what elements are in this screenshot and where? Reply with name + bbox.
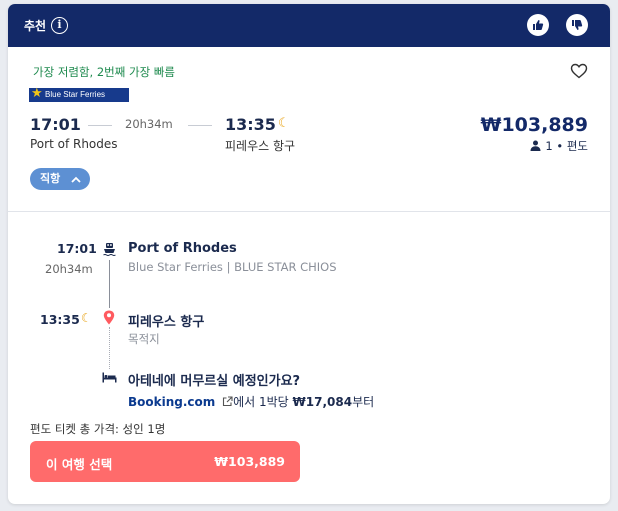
stay-question: 아테네에 머무르실 예정인가요? — [128, 374, 301, 389]
ferry-icon — [103, 243, 116, 256]
result-card: 추천 i 가장 저렴함, 2번째 가장 빠름 ★ Blue Star Ferri… — [8, 4, 610, 504]
operator-logo-text: Blue Star Ferries — [45, 90, 106, 99]
offer-price: ₩103,889 — [480, 114, 589, 136]
star-icon: ★ — [31, 86, 43, 101]
direct-label: 직항 — [40, 172, 61, 185]
moon-icon: ☾ — [81, 311, 92, 325]
leg-line-left — [88, 125, 112, 126]
route-line-solid — [109, 260, 110, 308]
booking-nightly-price: ₩17,084 — [292, 395, 353, 409]
card-header: 추천 i — [8, 4, 610, 47]
departure-place: Port of Rhodes — [30, 137, 118, 151]
offer-tagline: 가장 저렴함, 2번째 가장 빠름 — [33, 65, 175, 79]
thumbs-down-icon — [572, 20, 583, 30]
section-divider — [8, 211, 610, 212]
select-trip-price: ₩103,889 — [214, 454, 285, 469]
passenger-info: 1 • 편도 — [530, 138, 588, 154]
thumbs-up-button[interactable] — [527, 14, 549, 36]
arrival-place: 피레우스 항구 — [225, 139, 296, 153]
itinerary-arrive-place: 피레우스 항구 — [128, 315, 205, 330]
moon-icon: ☾ — [278, 116, 290, 131]
select-trip-button[interactable]: 이 여행 선택 ₩103,889 — [30, 441, 300, 482]
itinerary-depart-place: Port of Rhodes — [128, 241, 237, 256]
booking-offer[interactable]: Booking.com 에서 1박당 ₩17,084부터 — [128, 393, 374, 410]
trip-duration: 20h34m — [125, 117, 173, 131]
booking-suffix: 부터 — [352, 395, 375, 409]
location-pin-icon — [103, 310, 115, 325]
person-icon — [530, 140, 541, 151]
info-icon[interactable]: i — [51, 17, 68, 34]
itinerary-duration: 20h34m — [45, 262, 93, 276]
passenger-count: 1 — [545, 139, 553, 153]
chevron-up-icon — [71, 176, 81, 183]
external-link-icon — [223, 396, 233, 407]
itinerary-vessel: Blue Star Ferries | BLUE STAR CHIOS — [128, 260, 337, 274]
booking-provider-link[interactable]: Booking.com — [128, 395, 215, 409]
price-note: 편도 티켓 총 가격: 성인 1명 — [30, 422, 166, 436]
thumbs-down-button[interactable] — [566, 14, 588, 36]
heart-icon[interactable] — [570, 63, 588, 79]
itinerary-arrive-sub: 목적지 — [128, 332, 160, 346]
leg-line-right — [188, 125, 212, 126]
bed-icon — [102, 372, 117, 383]
itinerary-arrive-time: 13:35 — [40, 312, 80, 327]
departure-time: 17:01 — [30, 115, 81, 134]
select-trip-label: 이 여행 선택 — [46, 457, 113, 472]
header-title: 추천 — [24, 19, 47, 33]
direct-toggle-button[interactable]: 직항 — [30, 168, 90, 190]
arrival-time: 13:35 — [225, 115, 276, 134]
booking-offer-text: 에서 1박당 — [233, 395, 293, 409]
itinerary-depart-time: 17:01 — [57, 241, 97, 256]
route-line-dotted — [109, 327, 110, 369]
trip-type: 편도 — [566, 139, 588, 153]
thumbs-up-icon — [533, 20, 544, 30]
operator-logo: ★ Blue Star Ferries — [29, 86, 129, 102]
